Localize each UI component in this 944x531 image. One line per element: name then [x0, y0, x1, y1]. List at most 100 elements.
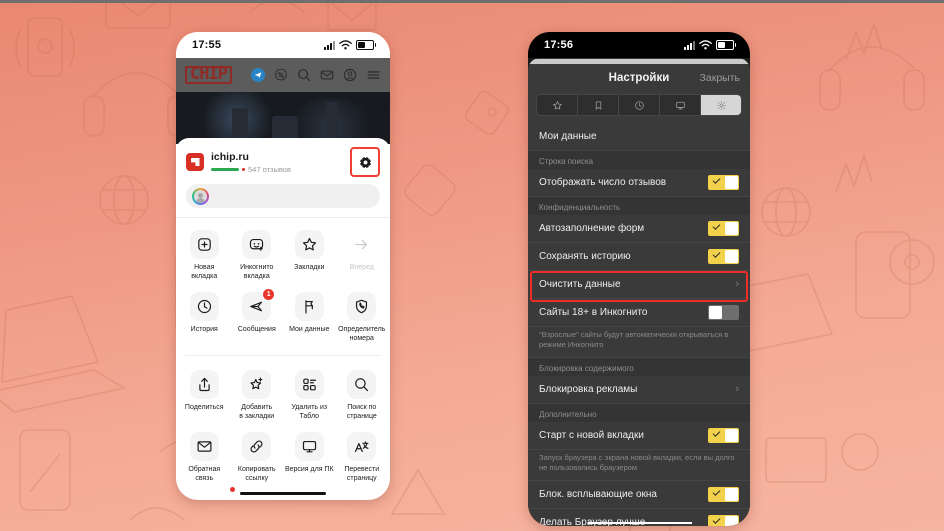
reviews-count: 547 отзывов: [248, 164, 291, 174]
settings-note: Запуск браузера с экрана новой вкладки, …: [528, 450, 750, 481]
menu-item-envelope[interactable]: Обратная связь: [178, 427, 231, 489]
settings-row[interactable]: Автозаполнение форм: [528, 215, 750, 243]
menu-grid-bottom: Поделиться Добавить в закладки Удалить из Та…: [176, 358, 390, 493]
tab-monitor[interactable]: [660, 95, 701, 115]
menu-item-label: Добавить в закладки: [239, 404, 275, 420]
menu-item-incognito[interactable]: Инкогнито вкладка: [231, 225, 284, 287]
site-header-icons: [251, 68, 381, 82]
menu-item-star-plus[interactable]: Добавить в закладки: [231, 365, 284, 427]
menu-item-plus-square[interactable]: Новая вкладка: [178, 225, 231, 287]
menu-item-link[interactable]: Копировать ссылку: [231, 427, 284, 489]
settings-row[interactable]: Сохранять историю: [528, 243, 750, 271]
menu-item-label: Поиск по странице: [346, 404, 377, 420]
settings-row-label: Блок. всплывающие окна: [539, 489, 657, 500]
settings-row-label: Очистить данные: [539, 279, 621, 290]
tab-bookmark[interactable]: [578, 95, 619, 115]
settings-row[interactable]: Очистить данные ›: [528, 271, 750, 302]
menu-item-desktop[interactable]: Версия для ПК: [283, 427, 336, 489]
account-icon[interactable]: [343, 68, 357, 82]
flag-icon[interactable]: [294, 292, 324, 321]
menu-item-flag[interactable]: Мои данные: [283, 287, 336, 349]
menu-item-shield-phone[interactable]: Определитель номера: [336, 287, 389, 349]
menu-item-star[interactable]: Закладки: [283, 225, 336, 287]
menu-item-search[interactable]: Поиск по странице: [336, 365, 389, 427]
incognito-icon[interactable]: [242, 230, 272, 259]
settings-tab-bar: [536, 94, 742, 116]
menu-item-share[interactable]: Поделиться: [178, 365, 231, 427]
clock-icon[interactable]: [189, 292, 219, 321]
check-icon: [712, 429, 721, 437]
star-icon[interactable]: [294, 230, 324, 259]
menu-item-label: Вперед: [349, 264, 374, 271]
link-icon[interactable]: [242, 432, 272, 461]
grid-minus-icon[interactable]: [294, 370, 324, 399]
menu-item-translate[interactable]: Перевести страницу: [336, 427, 389, 489]
share-icon[interactable]: [189, 370, 219, 399]
toggle-knob: [725, 429, 738, 442]
settings-toggle[interactable]: [708, 487, 739, 502]
sale-badge-icon[interactable]: [274, 68, 288, 82]
settings-group-header: Строка поиска: [528, 151, 750, 169]
menu-item-label: Копировать ссылку: [237, 466, 276, 482]
site-reviews: 547 отзывов: [211, 165, 291, 174]
menu-item-send[interactable]: 1 Сообщения: [231, 287, 284, 349]
toggle-knob: [725, 516, 738, 526]
home-indicator[interactable]: [240, 491, 326, 495]
settings-toggle[interactable]: [708, 249, 739, 264]
settings-row[interactable]: Блок. всплывающие окна: [528, 481, 750, 509]
check-icon: [712, 488, 721, 496]
bookmark-icon: [593, 100, 604, 111]
settings-toggle[interactable]: [708, 515, 739, 526]
settings-row[interactable]: Отображать число отзывов: [528, 169, 750, 197]
wifi-icon: [699, 40, 712, 50]
settings-row-label: Сайты 18+ в Инкогнито: [539, 307, 648, 318]
menu-item-badge: 1: [262, 288, 276, 301]
settings-header: Настройки Закрыть: [528, 64, 750, 92]
search-input[interactable]: [186, 184, 380, 208]
toggle-knob: [725, 250, 738, 263]
star-plus-icon[interactable]: [242, 370, 272, 399]
tab-clock[interactable]: [619, 95, 660, 115]
chevron-right-icon: ›: [735, 383, 739, 395]
arrow-right-icon[interactable]: [347, 230, 376, 259]
tab-star[interactable]: [537, 95, 578, 115]
toggle-knob: [725, 176, 738, 189]
settings-toggle[interactable]: [708, 428, 739, 443]
settings-gear-button[interactable]: [350, 147, 380, 177]
menu-item-grid-minus[interactable]: Удалить из Табло: [283, 365, 336, 427]
signal-icon: [324, 40, 335, 50]
menu-item-label: Обратная связь: [188, 466, 221, 482]
menu-item-arrow-right[interactable]: Вперед: [336, 225, 389, 287]
menu-item-clock[interactable]: История: [178, 287, 231, 349]
send-icon[interactable]: 1: [242, 288, 276, 321]
background-pattern: [0, 0, 935, 531]
settings-row[interactable]: Делать Браузер лучше: [528, 509, 750, 526]
tab-gear[interactable]: [701, 95, 741, 115]
settings-toggle[interactable]: [708, 175, 739, 190]
search-icon[interactable]: [347, 370, 377, 399]
check-icon: [712, 250, 721, 258]
settings-toggle[interactable]: [708, 221, 739, 236]
menu-icon[interactable]: [366, 68, 381, 82]
plus-square-icon[interactable]: [189, 230, 219, 259]
toggle-knob: [725, 488, 738, 501]
site-info: ichip.ru 547 отзывов: [211, 151, 291, 174]
settings-row[interactable]: Старт с новой вкладки: [528, 422, 750, 450]
envelope-icon[interactable]: [189, 432, 219, 461]
monitor-icon: [675, 100, 686, 111]
settings-row[interactable]: Мои данные: [528, 123, 750, 151]
telegram-icon[interactable]: [251, 68, 265, 82]
shield-phone-icon[interactable]: [347, 292, 377, 321]
close-button[interactable]: Закрыть: [700, 72, 740, 84]
settings-row[interactable]: Блокировка рекламы ›: [528, 376, 750, 404]
settings-row[interactable]: Сайты 18+ в Инкогнито: [528, 299, 750, 327]
settings-toggle[interactable]: [708, 305, 739, 320]
search-icon[interactable]: [297, 68, 311, 82]
top-border: [0, 0, 944, 3]
gear-icon[interactable]: [350, 147, 380, 177]
toggle-knob: [725, 222, 738, 235]
translate-icon[interactable]: [347, 432, 377, 461]
desktop-icon[interactable]: [294, 432, 324, 461]
mail-icon[interactable]: [320, 68, 334, 82]
avatar[interactable]: [192, 187, 209, 205]
